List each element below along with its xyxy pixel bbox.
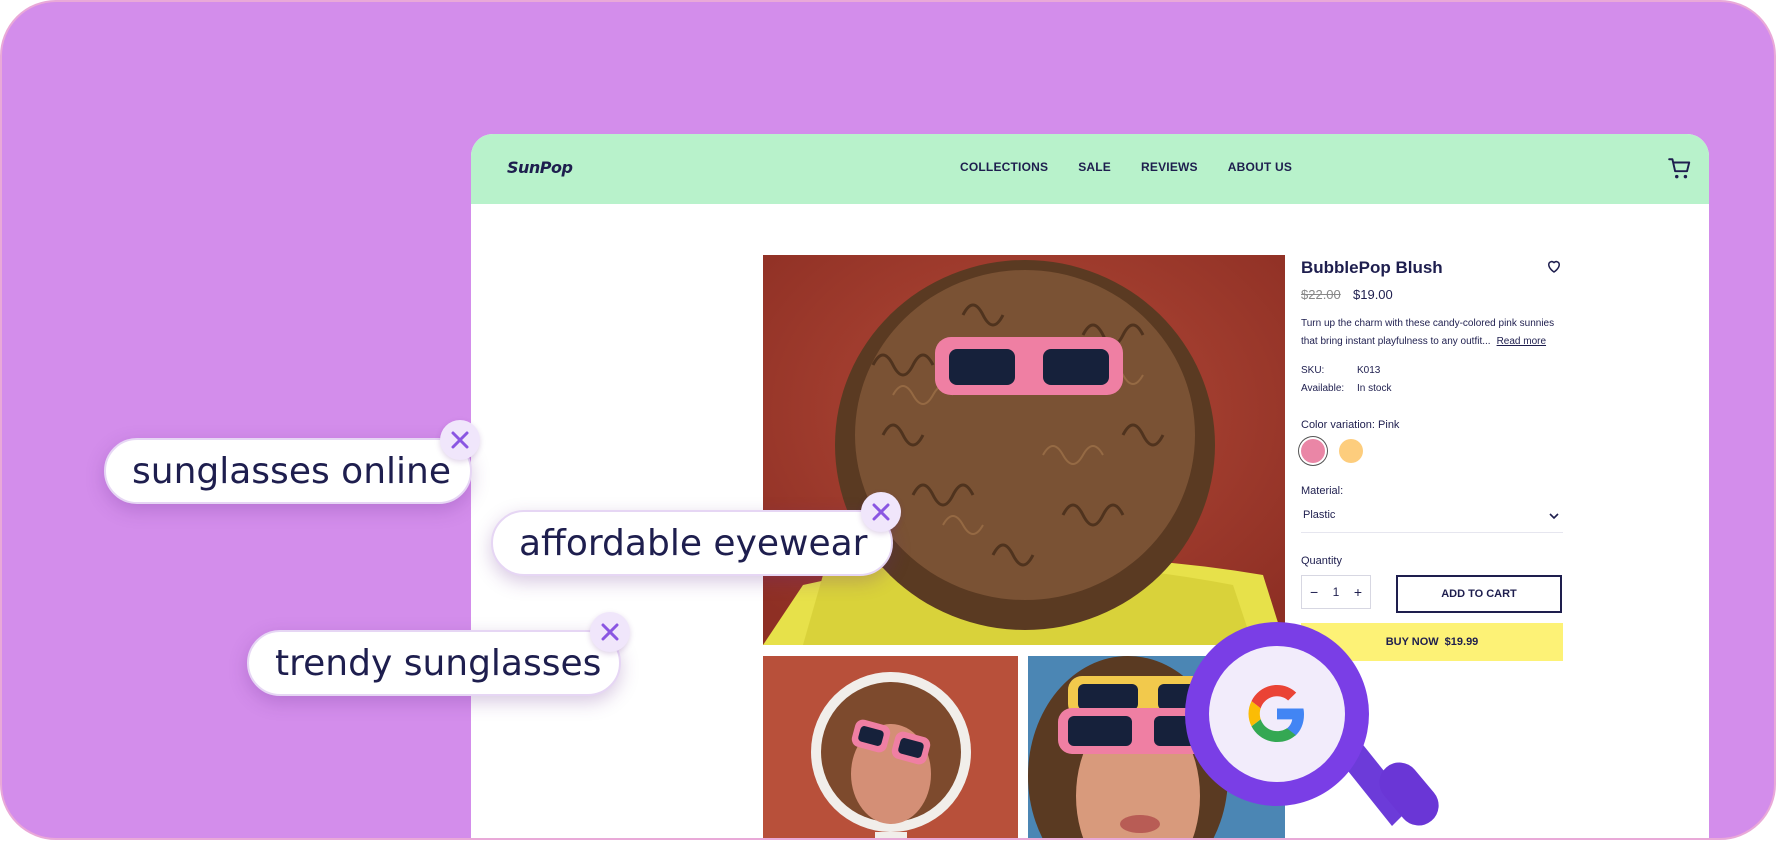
nav-item-collections[interactable]: COLLECTIONS <box>960 160 1048 174</box>
quantity-stepper: − 1 + <box>1301 575 1371 609</box>
nav-item-reviews[interactable]: REVIEWS <box>1141 160 1198 174</box>
color-swatch-yellow[interactable] <box>1339 439 1363 463</box>
close-icon[interactable] <box>861 492 901 532</box>
top-nav: SunPop COLLECTIONS SALE REVIEWS ABOUT US <box>471 134 1709 204</box>
google-search-magnifier-icon <box>1185 622 1439 826</box>
product-thumbnail-mirror[interactable] <box>763 656 1018 838</box>
keyword-text: trendy sunglasses <box>275 642 602 684</box>
product-description: Turn up the charm with these candy-color… <box>1301 315 1563 351</box>
product-title: BubblePop Blush <box>1301 258 1443 277</box>
store-page: SunPop COLLECTIONS SALE REVIEWS ABOUT US <box>471 134 1709 838</box>
sku-value: K013 <box>1357 365 1381 376</box>
available-value: In stock <box>1357 383 1392 394</box>
availability-row: Available: In stock <box>1301 383 1391 394</box>
material-value: Plastic <box>1303 509 1336 521</box>
available-label: Available: <box>1301 383 1345 394</box>
brand-logo[interactable]: SunPop <box>507 158 573 177</box>
read-more-link[interactable]: Read more <box>1497 336 1546 347</box>
heart-icon[interactable] <box>1545 257 1563 275</box>
sku-label: SKU: <box>1301 365 1325 376</box>
chevron-down-icon <box>1549 513 1559 520</box>
nav-item-sale[interactable]: SALE <box>1078 160 1111 174</box>
nav-item-about-us[interactable]: ABOUT US <box>1228 160 1292 174</box>
original-price: $22.00 <box>1301 287 1341 302</box>
plus-icon[interactable]: + <box>1354 584 1362 600</box>
keyword-chip-trendy-sunglasses: trendy sunglasses <box>247 630 621 696</box>
quantity-value[interactable]: 1 <box>1333 585 1340 599</box>
color-variation-label: Color variation: Pink <box>1301 419 1400 431</box>
keyword-chip-affordable-eyewear: affordable eyewear <box>491 510 893 576</box>
product-main-image[interactable] <box>763 255 1285 645</box>
color-swatch-pink[interactable] <box>1301 439 1325 463</box>
sale-price: $19.00 <box>1353 287 1393 302</box>
add-to-cart-button[interactable]: ADD TO CART <box>1396 575 1562 613</box>
sku-row: SKU: K013 <box>1301 365 1380 376</box>
keyword-chip-sunglasses-online: sunglasses online <box>104 438 472 504</box>
close-icon[interactable] <box>440 420 480 460</box>
cart-icon[interactable] <box>1667 156 1693 182</box>
quantity-label: Quantity <box>1301 555 1342 567</box>
minus-icon[interactable]: − <box>1310 584 1318 600</box>
close-icon[interactable] <box>590 612 630 652</box>
keyword-text: sunglasses online <box>132 450 451 492</box>
nav-menu: COLLECTIONS SALE REVIEWS ABOUT US <box>960 160 1292 174</box>
material-label: Material: <box>1301 485 1344 497</box>
keyword-text: affordable eyewear <box>519 522 868 564</box>
promo-background: SunPop COLLECTIONS SALE REVIEWS ABOUT US <box>0 0 1776 840</box>
material-select[interactable]: Plastic <box>1301 505 1563 533</box>
